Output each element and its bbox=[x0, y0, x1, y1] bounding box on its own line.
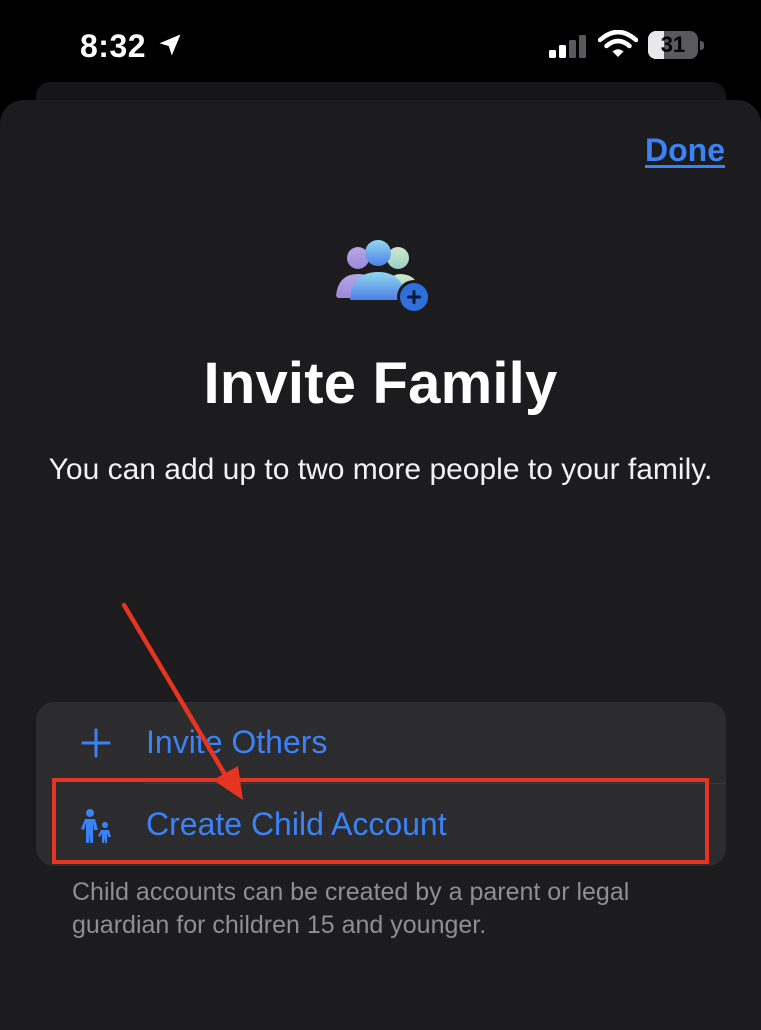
location-arrow-icon bbox=[159, 34, 181, 56]
status-time: 8:32 bbox=[80, 28, 147, 64]
family-group-icon bbox=[336, 240, 431, 314]
battery-cap bbox=[700, 41, 704, 50]
create-child-account-label: Create Child Account bbox=[146, 806, 447, 842]
battery-level: 31 bbox=[660, 32, 686, 57]
battery-body: 31 bbox=[648, 31, 698, 59]
battery-icon: 31 bbox=[648, 31, 704, 59]
status-bar: 8:32 31 bbox=[0, 0, 761, 92]
cellular-signal-icon bbox=[549, 35, 586, 58]
plus-icon bbox=[81, 728, 111, 758]
child-account-footnote: Child accounts can be created by a paren… bbox=[72, 878, 630, 939]
done-button[interactable]: Done bbox=[645, 132, 725, 169]
wifi-icon bbox=[598, 30, 638, 57]
create-child-account-option[interactable]: Create Child Account bbox=[36, 784, 726, 866]
parent-child-icon bbox=[81, 809, 111, 843]
invite-others-label: Invite Others bbox=[146, 724, 328, 760]
invite-options-list: Invite Others Create Child Account bbox=[36, 702, 726, 866]
invite-others-option[interactable]: Invite Others bbox=[36, 702, 726, 784]
page-title: Invite Family bbox=[203, 351, 558, 416]
page-subtitle: You can add up to two more people to you… bbox=[48, 453, 713, 486]
